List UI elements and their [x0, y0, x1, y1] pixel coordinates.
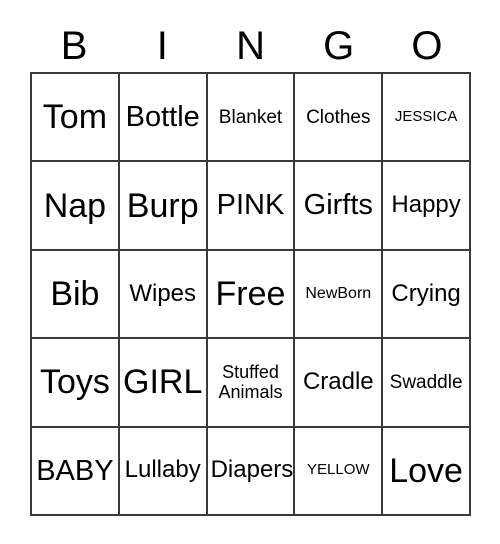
- bingo-cell-o2[interactable]: Happy: [383, 162, 471, 251]
- bingo-cell-o4[interactable]: Swaddle: [383, 339, 471, 428]
- bingo-cell-n5[interactable]: Diapers: [207, 427, 296, 516]
- bingo-header-letter-b: B: [60, 24, 88, 68]
- bingo-cell-g3[interactable]: NewBorn: [295, 250, 384, 340]
- bingo-header-row: B I N G O: [30, 20, 471, 72]
- bingo-cell-label: GIRL: [123, 363, 203, 402]
- bingo-cell-i4[interactable]: GIRL: [119, 339, 208, 428]
- bingo-cell-label: Lullaby: [124, 456, 201, 484]
- bingo-cell-o5[interactable]: Love: [383, 427, 471, 516]
- bingo-cell-label: Free: [215, 274, 286, 313]
- bingo-cell-label: Bib: [50, 274, 100, 313]
- bingo-cell-label: Diapers: [210, 456, 294, 484]
- bingo-cell-label: YELLOW: [307, 461, 370, 479]
- bingo-cell-b1[interactable]: Tom: [32, 74, 120, 163]
- bingo-cell-g2[interactable]: Girfts: [295, 162, 384, 251]
- bingo-cell-n4[interactable]: Stuffed Animals: [207, 339, 296, 428]
- bingo-cell-b4[interactable]: Toys: [32, 339, 120, 428]
- bingo-header-letter-o: O: [411, 24, 443, 68]
- bingo-cell-g5[interactable]: YELLOW: [295, 427, 384, 516]
- bingo-cell-label: Stuffed Animals: [218, 362, 283, 403]
- bingo-cell-label: Swaddle: [389, 371, 463, 393]
- bingo-header-letter-n: N: [236, 24, 265, 68]
- bingo-cell-label: Wipes: [129, 279, 197, 307]
- bingo-cell-i1[interactable]: Bottle: [119, 74, 208, 163]
- bingo-cell-label: Girfts: [303, 189, 373, 222]
- bingo-cell-label: Tom: [42, 98, 108, 137]
- bingo-cell-label: NewBorn: [305, 285, 372, 303]
- bingo-header-letter-g: G: [323, 24, 355, 68]
- bingo-card: B I N G O Tom Bottle Blanket Clothes JES…: [0, 0, 500, 544]
- bingo-cell-label: Happy: [391, 191, 461, 219]
- bingo-cell-label: JESSICA: [394, 107, 458, 125]
- bingo-header-letter-i: I: [156, 24, 168, 68]
- bingo-cell-i3[interactable]: Wipes: [119, 250, 208, 340]
- bingo-cell-i5[interactable]: Lullaby: [119, 427, 208, 516]
- bingo-cell-i2[interactable]: Burp: [119, 162, 208, 251]
- bingo-cell-label: Bottle: [125, 100, 200, 133]
- bingo-cell-label: Burp: [126, 186, 199, 225]
- bingo-cell-n2[interactable]: PINK: [207, 162, 296, 251]
- bingo-cell-label: PINK: [216, 189, 285, 222]
- bingo-cell-label: Toys: [39, 363, 110, 402]
- bingo-cell-label: Love: [389, 451, 463, 490]
- bingo-cell-label: Crying: [391, 279, 461, 307]
- bingo-cell-b3[interactable]: Bib: [32, 250, 120, 340]
- bingo-cell-label: BABY: [36, 454, 114, 487]
- bingo-cell-label: Cradle: [302, 367, 374, 395]
- bingo-cell-free-space[interactable]: Free: [207, 250, 296, 340]
- bingo-cell-o1[interactable]: JESSICA: [383, 74, 471, 163]
- bingo-cell-label: Nap: [43, 186, 107, 225]
- bingo-cell-o3[interactable]: Crying: [383, 250, 471, 340]
- bingo-cell-g4[interactable]: Cradle: [295, 339, 384, 428]
- bingo-cell-label: Blanket: [218, 106, 283, 128]
- bingo-cell-label: Clothes: [306, 106, 371, 128]
- bingo-cell-g1[interactable]: Clothes: [295, 74, 384, 163]
- bingo-cell-b2[interactable]: Nap: [32, 162, 120, 251]
- bingo-cell-n1[interactable]: Blanket: [207, 74, 296, 163]
- bingo-grid: Tom Bottle Blanket Clothes JESSICA Nap B…: [30, 72, 471, 516]
- bingo-cell-b5[interactable]: BABY: [32, 427, 120, 516]
